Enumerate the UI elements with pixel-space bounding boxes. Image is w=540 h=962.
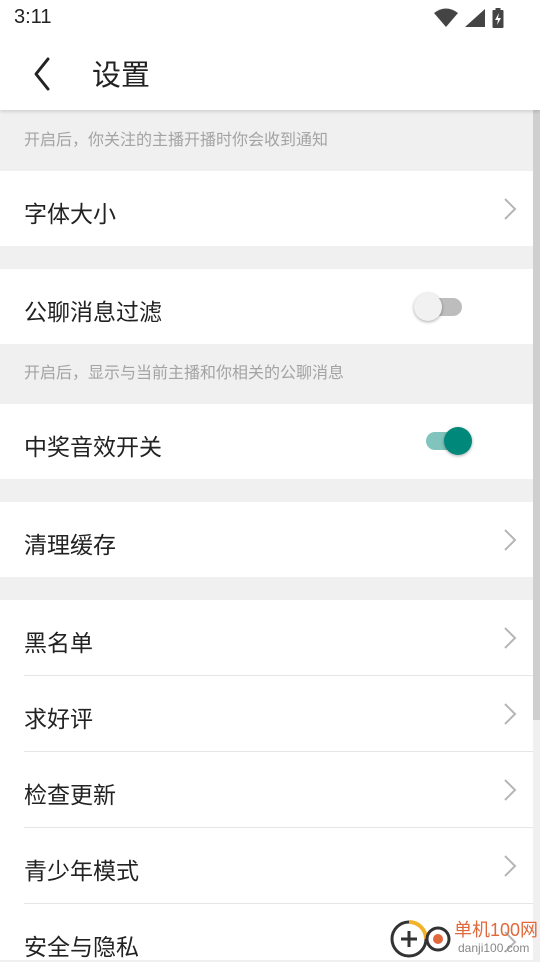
settings-row-youth-mode[interactable]: 青少年模式 — [0, 828, 533, 903]
row-label: 公聊消息过滤 — [24, 300, 162, 326]
page-title: 设置 — [92, 58, 151, 92]
chevron-right-icon — [504, 779, 517, 801]
back-button[interactable] — [28, 56, 60, 92]
row-label: 黑名单 — [24, 631, 93, 657]
toggle-thumb — [414, 293, 442, 321]
chevron-left-icon — [34, 57, 50, 91]
scrollbar[interactable] — [533, 110, 540, 720]
section-note-chat-filter: 开启后，显示与当前主播和你相关的公聊消息 — [0, 344, 533, 404]
section-note-top: 开启后，你关注的主播开播时你会收到通知 — [0, 110, 533, 171]
toggle-thumb — [444, 427, 472, 455]
settings-row-chat-filter[interactable]: 公聊消息过滤 — [0, 269, 533, 344]
settings-row-rate[interactable]: 求好评 — [0, 676, 533, 751]
chevron-right-icon — [504, 198, 517, 220]
row-label: 中奖音效开关 — [24, 435, 162, 461]
status-time: 3:11 — [14, 6, 52, 28]
wifi-icon — [434, 8, 458, 27]
row-label: 安全与隐私 — [24, 935, 139, 961]
settings-row-win-sound[interactable]: 中奖音效开关 — [0, 404, 533, 479]
row-label: 检查更新 — [24, 783, 116, 809]
note-text: 开启后，你关注的主播开播时你会收到通知 — [24, 130, 329, 149]
settings-row-font-size[interactable]: 字体大小 — [0, 171, 533, 246]
row-label: 青少年模式 — [24, 859, 139, 885]
note-text: 开启后，显示与当前主播和你相关的公聊消息 — [24, 363, 345, 382]
signal-icon — [465, 9, 485, 27]
watermark: 单机100网 danji100.com — [388, 914, 540, 960]
row-label: 求好评 — [24, 707, 93, 733]
settings-list-group: 黑名单 求好评 检查更新 青少年模式 安全与隐私 — [0, 600, 533, 961]
app-bar: 设置 — [0, 36, 540, 110]
status-icons — [434, 8, 504, 28]
row-label: 字体大小 — [24, 202, 116, 228]
chat-filter-toggle[interactable] — [412, 291, 466, 323]
settings-row-blacklist[interactable]: 黑名单 — [0, 600, 533, 675]
settings-row-check-update[interactable]: 检查更新 — [0, 752, 533, 827]
chevron-right-icon — [504, 627, 517, 649]
chevron-right-icon — [504, 703, 517, 725]
watermark-domain: danji100.com — [458, 941, 530, 955]
watermark-logo-icon — [390, 920, 451, 958]
battery-charging-icon — [492, 8, 504, 28]
watermark-brand: 单机100网 — [454, 920, 539, 940]
win-sound-toggle[interactable] — [426, 425, 476, 457]
status-bar: 3:11 — [0, 0, 540, 36]
settings-row-clear-cache[interactable]: 清理缓存 — [0, 502, 533, 577]
chevron-right-icon — [504, 529, 517, 551]
row-label: 清理缓存 — [24, 533, 116, 559]
chevron-right-icon — [504, 855, 517, 877]
